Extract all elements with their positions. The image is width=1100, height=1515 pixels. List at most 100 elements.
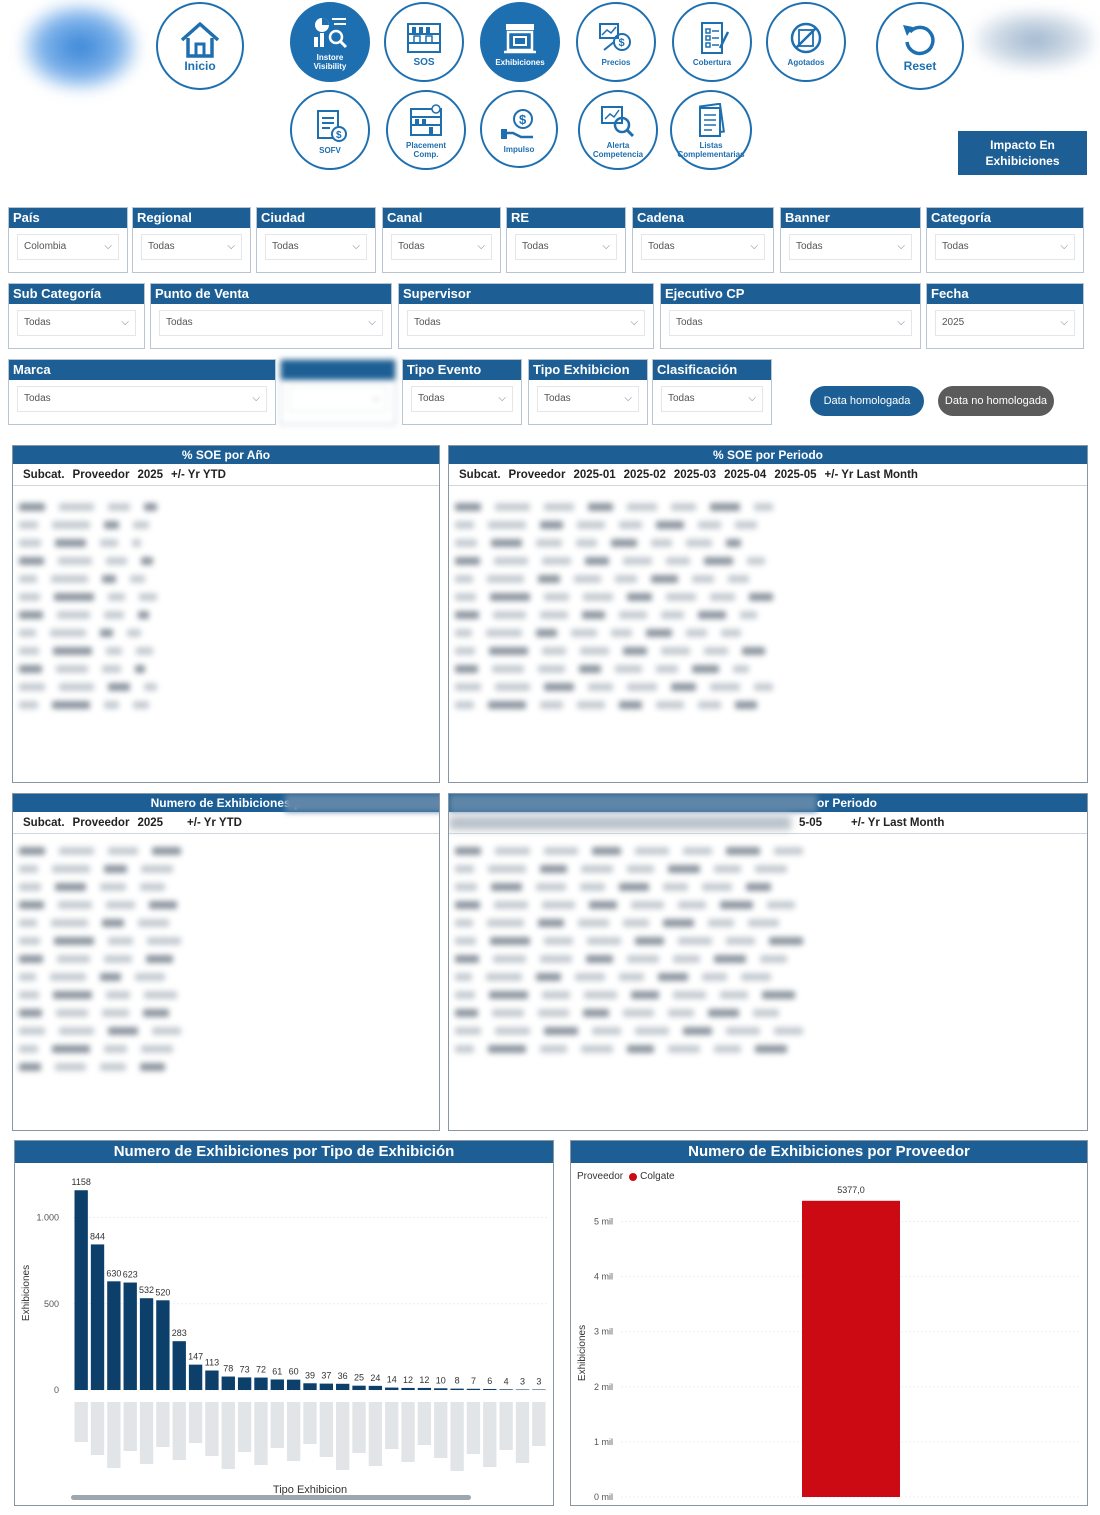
filter-ciudad[interactable]: Ciudad Todas ⌵ [256,207,376,273]
dropdown[interactable]: Todas ⌵ [265,234,367,260]
filter-re[interactable]: RE Todas ⌵ [506,207,626,273]
table-cell-redacted [683,1027,712,1035]
table-cell-redacted [656,665,678,673]
table-cell-redacted [581,865,613,873]
table-cell-redacted [19,901,44,909]
filter-punto-venta[interactable]: Punto de Venta Todas ⌵ [150,283,392,349]
data-label: 3 [536,1376,541,1386]
table-cell-redacted [686,539,712,547]
chart-title: Numero de Exhibiciones por Proveedor [571,1141,1087,1163]
filter-regional[interactable]: Regional Todas ⌵ [132,207,251,273]
table-cell-redacted [52,1045,90,1053]
data-label: 532 [139,1285,154,1295]
table-cell-redacted [52,865,90,873]
filter-tipo-exhibicion[interactable]: Tipo Exhibicion Todas ⌵ [528,359,648,425]
impacto-exhibiciones-button[interactable]: Impacto En Exhibiciones [958,131,1087,175]
x-tick-label-redacted [270,1402,284,1448]
dropdown[interactable]: Todas ⌵ [141,234,242,260]
precios-button[interactable]: $ Precios [576,2,656,82]
dropdown[interactable]: Todas ⌵ [17,310,136,336]
dropdown[interactable]: Todas ⌵ [391,234,492,260]
alerta-competencia-button[interactable]: Alerta Competencia [578,90,658,170]
filter-banner[interactable]: Banner Todas ⌵ [780,207,921,273]
x-tick-label-redacted [499,1402,513,1450]
table-cell-redacted [455,847,481,855]
filter-label: Marca [9,360,275,380]
dropdown[interactable]: Todas ⌵ [789,234,912,260]
table-cell-redacted [747,557,765,565]
cobertura-button[interactable]: Cobertura [672,2,752,82]
agotados-button[interactable]: Agotados [766,2,846,82]
instore-visibility-button[interactable]: Instore Visibility [290,2,370,82]
dropdown[interactable]: Todas ⌵ [407,310,645,336]
dropdown[interactable]: 2025 ⌵ [935,310,1075,336]
table-cell-redacted [686,629,707,637]
table-cell-redacted [455,955,479,963]
table-cell-redacted [106,991,130,999]
filter-tipo-evento[interactable]: Tipo Evento Todas ⌵ [402,359,522,425]
table-cell-redacted [488,865,526,873]
table-cell-redacted [702,973,727,981]
impulso-button[interactable]: $ Impulso [480,90,558,168]
inicio-button[interactable]: Inicio [156,2,244,90]
table-cell-redacted [661,611,684,619]
filter-pais[interactable]: País Colombia ⌵ [8,207,128,273]
dropdown[interactable]: ⌵ [289,386,387,412]
data-label: 3 [520,1376,525,1386]
filter-cadena[interactable]: Cadena Todas ⌵ [632,207,774,273]
bar [205,1370,219,1390]
filter-canal[interactable]: Canal Todas ⌵ [382,207,501,273]
dropdown[interactable]: Todas ⌵ [17,386,267,412]
table-title: % SOE por Periodo [449,446,1087,464]
bar[interactable] [802,1200,900,1497]
filter-supervisor[interactable]: Supervisor Todas ⌵ [398,283,654,349]
filter-clasificacion[interactable]: Clasificación Todas ⌵ [652,359,772,425]
table-cell-redacted [588,503,613,511]
table-cell-redacted [104,611,124,619]
sos-button[interactable]: SOS [384,2,464,82]
filter-fecha[interactable]: Fecha 2025 ⌵ [926,283,1084,349]
table-cell-redacted [579,665,601,673]
table-cell-redacted [623,557,652,565]
dropdown[interactable]: Todas ⌵ [935,234,1075,260]
dropdown[interactable]: Todas ⌵ [537,386,639,412]
dropdown[interactable]: Todas ⌵ [661,386,763,412]
table-row [455,950,1087,968]
table-cell-redacted [582,611,605,619]
filter-marca[interactable]: Marca Todas ⌵ [8,359,276,425]
filter-redacted[interactable]: ⌵ [280,359,396,425]
filter-categoria[interactable]: Categoría Todas ⌵ [926,207,1084,273]
table-cell-redacted [455,683,481,691]
dropdown[interactable]: Todas ⌵ [411,386,513,412]
placement-comp-button[interactable]: Placement Comp. [386,90,466,170]
sofv-button[interactable]: $ SOFV [290,90,370,170]
table-cell-redacted [631,901,664,909]
dropdown[interactable]: Todas ⌵ [159,310,383,336]
chevron-down-icon: ⌵ [630,317,638,328]
dropdown[interactable]: Todas ⌵ [669,310,912,336]
dropdown[interactable]: Todas ⌵ [641,234,765,260]
horizontal-scrollbar[interactable] [71,1495,471,1500]
chevron-down-icon: ⌵ [498,393,506,404]
dropdown[interactable]: Colombia ⌵ [17,234,119,260]
partner-logo [975,10,1095,70]
table-cell-redacted [631,991,659,999]
table-cell-redacted [57,611,90,619]
data-no-homologada-button[interactable]: Data no homologada [938,386,1054,416]
filter-sub-categoria[interactable]: Sub Categoría Todas ⌵ [8,283,145,349]
dropdown[interactable]: Todas ⌵ [515,234,617,260]
table-cell-redacted [611,539,637,547]
table-cell-redacted [666,593,696,601]
reset-button[interactable]: Reset [876,2,964,90]
filter-ejecutivo-cp[interactable]: Ejecutivo CP Todas ⌵ [660,283,921,349]
table-cell-redacted [135,973,165,981]
listas-complementarias-button[interactable]: Listas Complementarias [670,90,752,170]
exhibiciones-button[interactable]: Exhibiciones [480,2,560,82]
table-cell-redacted [577,701,605,709]
table-row [455,932,1087,950]
table-cell-redacted [619,611,647,619]
table-cell-redacted [141,1045,173,1053]
table-header: Subcat. Proveedor 2025 +/- Yr YTD [13,812,439,834]
data-homologada-button[interactable]: Data homologada [810,386,924,416]
data-label: 36 [338,1371,348,1381]
